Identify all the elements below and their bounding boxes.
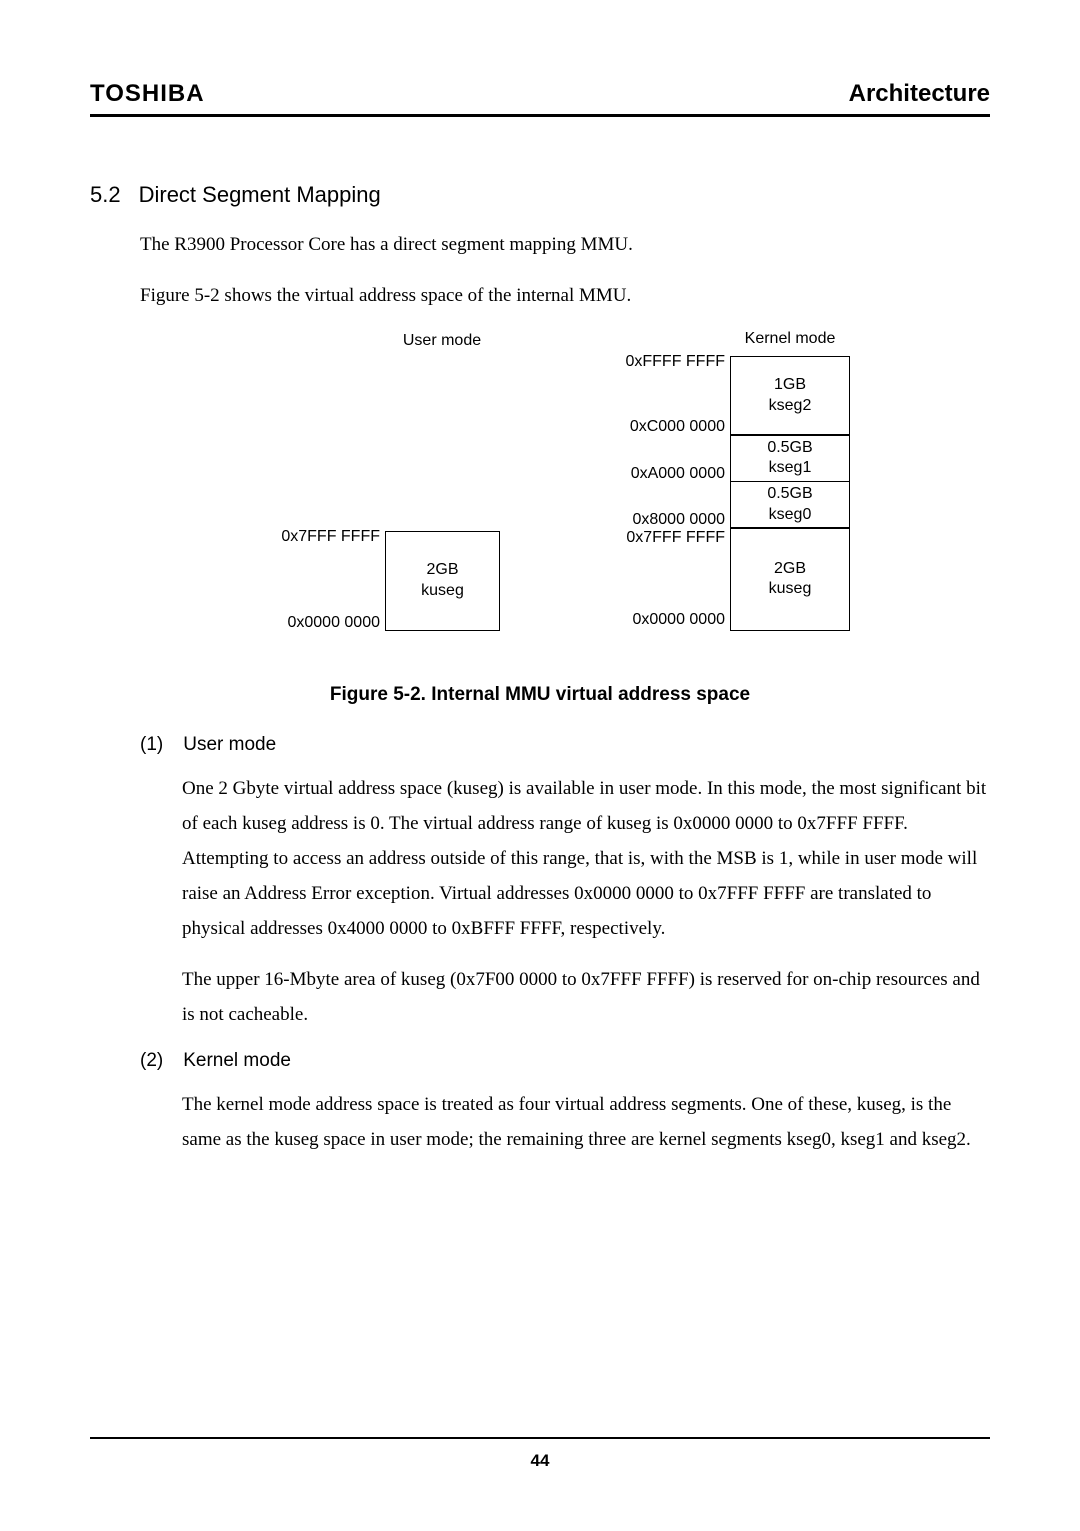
subsection-body: One 2 Gbyte virtual address space (kuseg…	[182, 756, 990, 1032]
address-label: 0xFFFF FFFF	[610, 353, 725, 371]
kseg1-segment: 0.5GB kseg1	[730, 434, 850, 482]
subsection-title: Kernel mode	[183, 1050, 291, 1072]
user-mode-header: User mode	[392, 332, 492, 350]
address-label: 0xA000 0000	[610, 465, 725, 483]
section-body: The R3900 Processor Core has a direct se…	[140, 208, 990, 311]
kernel-kuseg-segment: 2GB kuseg	[730, 527, 850, 631]
figure-caption: Figure 5-2. Internal MMU virtual address…	[90, 684, 990, 706]
kseg2-segment: 1GB kseg2	[730, 356, 850, 436]
paragraph: The upper 16-Mbyte area of kuseg (0x7F00…	[182, 962, 990, 1032]
segment-name: kseg1	[769, 458, 812, 479]
subsection-title: User mode	[183, 734, 276, 756]
kseg0-segment: 0.5GB kseg0	[730, 481, 850, 529]
address-label: 0x0000 0000	[610, 611, 725, 629]
subsection-number: (1)	[140, 734, 163, 756]
segment-size: 1GB	[774, 375, 806, 396]
address-label: 0x8000 0000	[610, 511, 725, 529]
address-label: 0x7FFF FFFF	[265, 528, 380, 546]
paragraph: One 2 Gbyte virtual address space (kuseg…	[182, 771, 990, 947]
section-title: Direct Segment Mapping	[139, 182, 381, 208]
segment-size: 0.5GB	[767, 484, 812, 505]
kernel-mode-header: Kernel mode	[735, 330, 845, 348]
section-heading: 5.2 Direct Segment Mapping	[90, 182, 990, 208]
section-number: 5.2	[90, 182, 121, 208]
address-label: 0xC000 0000	[610, 418, 725, 436]
brand-logo-text: TOSHIBA	[90, 80, 205, 108]
chapter-title: Architecture	[849, 80, 990, 108]
segment-name: kuseg	[421, 581, 464, 602]
address-label: 0x0000 0000	[265, 614, 380, 632]
subsection-body: The kernel mode address space is treated…	[182, 1072, 990, 1157]
page-number: 44	[531, 1451, 550, 1470]
paragraph: The kernel mode address space is treated…	[182, 1087, 990, 1157]
address-label: 0x7FFF FFFF	[610, 529, 725, 547]
page-header: TOSHIBA Architecture	[90, 80, 990, 117]
page: TOSHIBA Architecture 5.2 Direct Segment …	[0, 0, 1080, 1531]
subsection-number: (2)	[140, 1050, 163, 1072]
user-kuseg-segment: 2GB kuseg	[385, 531, 500, 631]
segment-name: kseg2	[769, 396, 812, 417]
page-footer: 44	[90, 1437, 990, 1471]
subsection-heading: (2) Kernel mode	[140, 1050, 990, 1072]
segment-size: 0.5GB	[767, 438, 812, 459]
paragraph: The R3900 Processor Core has a direct se…	[140, 230, 990, 259]
segment-size: 2GB	[774, 559, 806, 580]
paragraph: Figure 5-2 shows the virtual address spa…	[140, 281, 990, 310]
figure-diagram: User mode Kernel mode 2GB kuseg 0x7FFF F…	[220, 356, 860, 636]
segment-size: 2GB	[426, 560, 458, 581]
subsection-heading: (1) User mode	[140, 734, 990, 756]
segment-name: kuseg	[769, 579, 812, 600]
segment-name: kseg0	[769, 505, 812, 526]
